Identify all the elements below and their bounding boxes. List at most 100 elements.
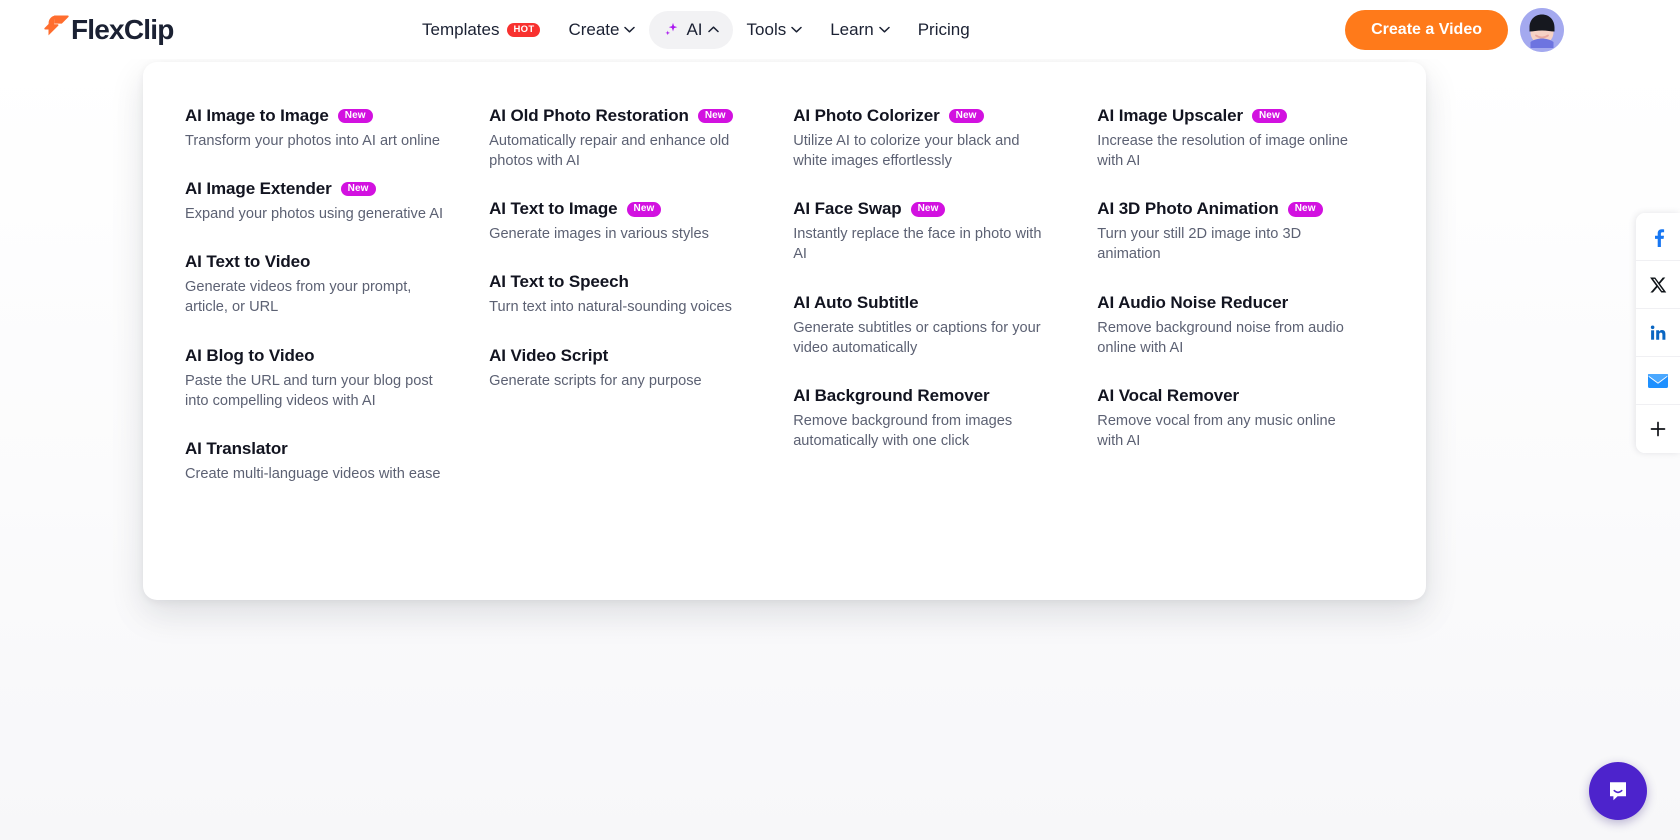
share-x-button[interactable] [1636,261,1680,309]
menu-item-title: AI Translator [185,438,288,458]
ai-menu-column-3: AI Photo Colorizer New Utilize AI to col… [793,106,1097,512]
nav-item-templates[interactable]: Templates HOT [408,11,554,49]
menu-item-ai-text-to-image[interactable]: AI Text to Image New Generate images in … [489,199,793,244]
menu-item-desc: Utilize AI to colorize your black and wh… [793,133,1020,170]
menu-item-desc: Remove background noise from audio onlin… [1097,319,1344,356]
nav-label-create: Create [568,19,620,39]
chevron-down-icon [791,26,802,33]
flexclip-logo[interactable]: FlexClip [44,10,174,50]
menu-item-ai-image-upscaler[interactable]: AI Image Upscaler New Increase the resol… [1097,106,1386,171]
menu-item-desc: Remove vocal from any music online with … [1097,412,1336,449]
menu-item-title: AI Background Remover [793,385,990,405]
nav-item-learn[interactable]: Learn [816,11,903,49]
menu-item-title-row: AI Face Swap New [793,199,1097,219]
menu-item-title-row: AI Translator [185,439,489,459]
chat-bubble-icon [1610,782,1626,801]
menu-item-desc: Expand your photos using generative AI [185,206,443,223]
menu-item-title-row: AI Audio Noise Reducer [1097,293,1386,313]
plus-icon [1650,421,1666,437]
create-a-video-button[interactable]: Create a Video [1345,10,1508,50]
menu-item-title: AI Audio Noise Reducer [1097,292,1289,312]
menu-item-title: AI Text to Video [185,252,311,272]
menu-item-title: AI Image Upscaler [1097,106,1243,125]
nav-label-pricing: Pricing [917,19,970,39]
nav-item-create[interactable]: Create [554,11,649,49]
ai-menu-column-4: AI Image Upscaler New Increase the resol… [1097,106,1386,512]
menu-item-desc: Paste the URL and turn your blog post in… [185,372,433,409]
menu-item-title-row: AI Text to Video [185,252,489,272]
menu-item-desc: Remove background from images automatica… [793,412,1013,449]
menu-item-title-row: AI Vocal Remover [1097,386,1386,406]
share-more-button[interactable] [1636,405,1680,453]
menu-item-title: AI Image Extender [185,179,332,199]
nav-item-ai[interactable]: AI [649,10,733,49]
nav-item-tools[interactable]: Tools [733,11,817,49]
nav-item-pricing[interactable]: Pricing [904,11,984,49]
menu-item-ai-background-remover[interactable]: AI Background Remover Remove background … [793,386,1097,451]
menu-item-ai-audio-noise-reducer[interactable]: AI Audio Noise Reducer Remove background… [1097,293,1386,358]
menu-item-title: AI Text to Speech [489,272,629,292]
menu-item-ai-3d-photo-animation[interactable]: AI 3D Photo Animation New Turn your stil… [1097,199,1386,264]
menu-item-ai-photo-colorizer[interactable]: AI Photo Colorizer New Utilize AI to col… [793,106,1097,171]
share-email-button[interactable] [1636,357,1680,405]
menu-item-ai-text-to-video[interactable]: AI Text to Video Generate videos from yo… [185,252,489,317]
avatar[interactable] [1520,8,1564,52]
menu-item-title-row: AI Photo Colorizer New [793,106,1097,126]
new-badge: New [697,108,733,124]
menu-item-ai-auto-subtitle[interactable]: AI Auto Subtitle Generate subtitles or c… [793,293,1097,358]
menu-item-ai-blog-to-video[interactable]: AI Blog to Video Paste the URL and turn … [185,346,489,411]
intercom-chat-launcher[interactable] [1589,762,1647,820]
menu-item-desc: Instantly replace the face in photo with… [793,226,1042,263]
menu-item-title-row: AI Blog to Video [185,346,489,366]
menu-item-desc: Increase the resolution of image online … [1097,133,1348,170]
menu-item-title: AI 3D Photo Animation [1097,199,1279,219]
menu-item-ai-image-extender[interactable]: AI Image Extender New Expand your photos… [185,179,489,224]
menu-item-desc: Transform your photos into AI art online [185,133,440,149]
menu-item-desc: Generate scripts for any purpose [489,372,702,389]
menu-item-desc: Create multi-language videos with ease [185,465,441,482]
menu-item-title-row: AI Video Script [489,346,793,366]
menu-item-ai-text-to-speech[interactable]: AI Text to Speech Turn text into natural… [489,272,793,317]
chevron-up-icon [707,26,719,33]
share-facebook-button[interactable] [1636,213,1680,261]
page-root: FlexClip Templates HOT Create AI Tools L… [0,0,1680,840]
new-badge: New [1251,108,1287,124]
menu-item-ai-vocal-remover[interactable]: AI Vocal Remover Remove vocal from any m… [1097,386,1386,451]
email-icon [1648,373,1668,388]
new-badge: New [337,108,373,124]
new-badge: New [340,181,376,197]
new-badge: New [1287,202,1323,217]
menu-item-ai-face-swap[interactable]: AI Face Swap New Instantly replace the f… [793,199,1097,264]
facebook-icon [1655,228,1665,247]
flexclip-f-mark [44,15,69,42]
ai-mega-menu: AI Image to Image New Transform your pho… [143,62,1426,600]
nav-label-tools: Tools [746,19,787,39]
ai-menu-column-1: AI Image to Image New Transform your pho… [185,106,489,512]
linkedin-icon [1650,325,1666,340]
menu-item-title: AI Vocal Remover [1097,385,1239,405]
main-nav: Templates HOT Create AI Tools Learn Pric… [408,0,984,59]
menu-item-title: AI Old Photo Restoration [489,106,689,125]
nav-label-learn: Learn [830,19,874,39]
menu-item-title: AI Blog to Video [185,345,315,365]
nav-label-templates: Templates [422,19,500,39]
new-badge: New [948,108,984,124]
menu-item-title: AI Image to Image [185,106,329,125]
social-share-rail [1636,213,1680,453]
menu-item-title-row: AI Image to Image New [185,106,489,126]
share-linkedin-button[interactable] [1636,309,1680,357]
menu-item-title-row: AI 3D Photo Animation New [1097,199,1386,219]
menu-item-ai-video-script[interactable]: AI Video Script Generate scripts for any… [489,346,793,391]
menu-item-title: AI Text to Image [489,199,618,219]
menu-item-title-row: AI Text to Image New [489,199,793,219]
menu-item-ai-old-photo-restoration[interactable]: AI Old Photo Restoration New Automatical… [489,106,793,171]
menu-item-title-row: AI Auto Subtitle [793,293,1097,313]
logo-wordmark: FlexClip [71,14,174,45]
menu-item-desc: Generate videos from your prompt, articl… [185,279,412,316]
ai-menu-columns: AI Image to Image New Transform your pho… [185,106,1386,512]
menu-item-ai-image-to-image[interactable]: AI Image to Image New Transform your pho… [185,106,489,151]
menu-item-title-row: AI Image Extender New [185,179,489,199]
menu-item-ai-translator[interactable]: AI Translator Create multi-language vide… [185,439,489,484]
menu-item-title: AI Face Swap [793,199,902,219]
menu-item-title-row: AI Text to Speech [489,272,793,292]
